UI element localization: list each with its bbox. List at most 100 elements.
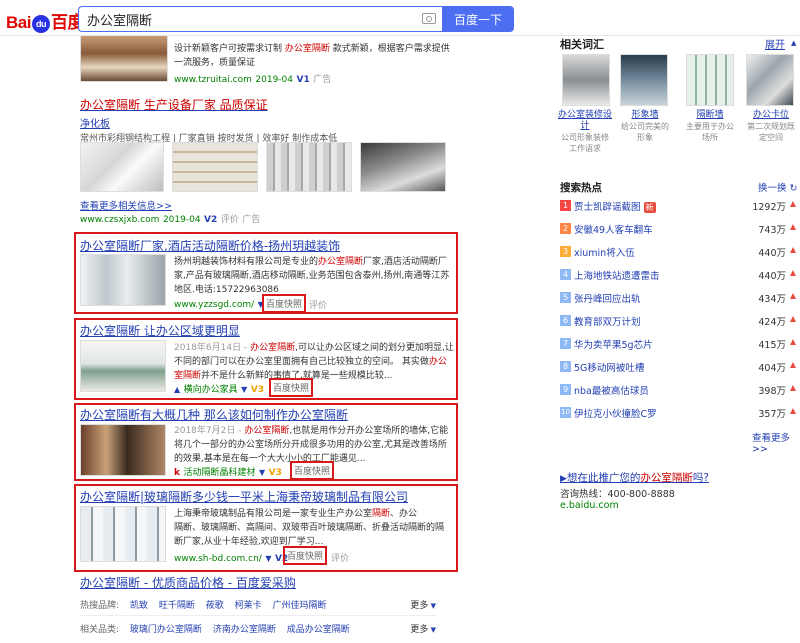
hot-item[interactable]: 5 张丹峰回应出轨 434万: [560, 288, 800, 310]
arrow-up-icon: [790, 201, 796, 207]
hot-search-title: 搜索热点: [560, 182, 602, 194]
result5-title[interactable]: 办公室隔断有大概几种 那么该如何制作办公室隔断: [80, 406, 348, 423]
eval-link[interactable]: 评价: [309, 298, 327, 311]
result2: 办公室隔断 生产设备厂家 品质保证 净化板 常州市彩翔钢结构工程 | 厂家直销 …: [80, 96, 460, 146]
result3-title[interactable]: 办公室隔断厂家,酒店活动隔断价格-扬州玥越装饰: [80, 237, 340, 254]
result4-thumbnail[interactable]: [80, 340, 166, 392]
hot-item[interactable]: 6 教育部双万计划 424万: [560, 311, 800, 333]
related-word[interactable]: 办公室装修设计 公司形象装修工作语求: [558, 110, 612, 154]
result1-desc: 设计新颖客户可按需求订制 办公室隔断 款式新颖，根据客户需求提供 一流服务，质量…: [174, 44, 450, 68]
header: Baidu百度 百度一下: [0, 0, 800, 36]
baidu-snapshot-link[interactable]: 百度快照: [283, 546, 328, 565]
more-categories-button[interactable]: 更多 ▼: [410, 622, 436, 635]
hot-item[interactable]: 4 上海地铁站遗遭雷击 440万: [560, 265, 800, 287]
v2-badge[interactable]: V2: [204, 215, 217, 225]
camera-icon[interactable]: [422, 13, 436, 24]
promo-site-link[interactable]: e.baidu.com: [560, 500, 619, 511]
result6-desc: 上海秉帝玻璃制品有限公司是一家专业生产办公室隔断、办公 隔断、玻璃隔断、高隔间、…: [174, 509, 445, 547]
result1-url[interactable]: www.tzruitai.com: [174, 75, 252, 85]
v1-badge[interactable]: V1: [297, 75, 310, 85]
hot-item[interactable]: 8 5G移动网被吐槽 404万: [560, 357, 800, 379]
v3-badge[interactable]: V3: [251, 385, 264, 395]
baidu-snapshot-link[interactable]: 百度快照: [262, 294, 307, 313]
hotline-text: 咨询热线：400-800-8888: [560, 489, 675, 500]
search-input[interactable]: [79, 7, 409, 31]
new-badge: 新: [643, 202, 656, 213]
hot-item[interactable]: 2 安徽49人客车翻车 743万: [560, 219, 800, 241]
related-word-thumbnail[interactable]: [746, 54, 794, 106]
product-thumbnail[interactable]: [360, 142, 446, 192]
brand-link[interactable]: 莜歌: [206, 601, 224, 611]
related-word[interactable]: 隔断墙 主要用于办公场所: [684, 110, 736, 143]
result6-title[interactable]: 办公室隔断|玻璃隔断多少钱一平米上海秉帝玻璃制品有限公司: [80, 488, 408, 505]
source-icon: k: [174, 468, 180, 478]
category-link[interactable]: 成品办公室隔断: [287, 625, 350, 635]
result5-thumbnail[interactable]: [80, 424, 166, 476]
product-thumbnail[interactable]: [80, 142, 164, 192]
refresh-button[interactable]: 换一换 ↻: [758, 180, 798, 194]
hot-brands-row: 热搜品牌: 凯致 旺千隔断 莜歌 柯莱卡 广州佳玛隔断 更多 ▼: [80, 598, 436, 616]
chevron-up-icon[interactable]: ▲: [791, 39, 796, 47]
result4-meta: ▲ 横向办公家具 ▼ V3: [174, 385, 265, 395]
related-word-thumbnail[interactable]: [562, 54, 610, 106]
related-categories-row: 相关品类: 玻璃门办公室隔断 济南办公室隔断 成品办公室隔断 更多 ▼: [80, 622, 436, 640]
baidu-snapshot-link[interactable]: 百度快照: [269, 378, 314, 397]
brand-link[interactable]: 凯致: [130, 601, 148, 611]
ad-label: 广告: [242, 215, 261, 225]
result1-thumbnail[interactable]: [80, 34, 168, 82]
arrow-up-icon: [790, 339, 796, 345]
result6-thumbnail[interactable]: [80, 506, 166, 562]
eval-link[interactable]: 评价: [221, 215, 239, 225]
baidu-snapshot-link[interactable]: 百度快照: [290, 461, 335, 480]
eval-link[interactable]: 评价: [331, 551, 349, 564]
triangle-right-icon: ▶: [560, 474, 567, 484]
search-box: [78, 6, 442, 32]
result2-title[interactable]: 办公室隔断 生产设备厂家 品质保证: [80, 96, 460, 113]
view-more-link[interactable]: 查看更多>>: [752, 430, 800, 455]
arrow-up-icon: [790, 293, 796, 299]
product-thumbnail[interactable]: [172, 142, 258, 192]
hot-item[interactable]: 9 nba最被高估球员 398万: [560, 380, 800, 402]
expand-link[interactable]: 展开: [765, 36, 785, 51]
related-word-thumbnail[interactable]: [620, 54, 668, 106]
promo-link[interactable]: ▶想在此推广您的办公室隔断吗?: [560, 470, 709, 485]
search-button[interactable]: 百度一下: [442, 6, 514, 32]
hot-item[interactable]: 3 xiumin将入伍 440万: [560, 242, 800, 264]
result5-desc: 2018年7月2日 - 办公室隔断,也就是用作分开办公室场所的墙体,它能 将几个…: [174, 426, 449, 464]
result3-meta: www.yzzsgd.com/ ▼: [174, 300, 264, 310]
paw-icon: du: [31, 15, 50, 33]
arrow-up-icon: [790, 385, 796, 391]
arrow-up-icon: [790, 362, 796, 368]
product-thumbnail[interactable]: [266, 142, 352, 192]
result5-meta: k 活动隔断晶科建材 ▼ V3: [174, 468, 282, 478]
related-word-thumbnail[interactable]: [686, 54, 734, 106]
brand-link[interactable]: 广州佳玛隔断: [272, 601, 326, 611]
result4-desc: 2018年6月14日 - 办公室隔断,可以让办公区域之间的划分更加明显,让 不同…: [174, 343, 454, 381]
more-info-link[interactable]: 查看更多相关信息>>: [80, 198, 172, 212]
related-word[interactable]: 形象墙 给公司完美的形象: [620, 110, 670, 143]
result7-title[interactable]: 办公室隔断 - 优质商品价格 - 百度爱采购: [80, 574, 296, 591]
arrow-up-icon: [790, 247, 796, 253]
result4-title[interactable]: 办公室隔断 让办公区域更明显: [80, 322, 240, 339]
category-link[interactable]: 玻璃门办公室隔断: [130, 625, 202, 635]
brand-link[interactable]: 柯莱卡: [235, 601, 262, 611]
v3-badge[interactable]: V3: [269, 468, 282, 478]
refresh-icon: ↻: [786, 183, 798, 194]
result6-meta: www.sh-bd.com.cn/ ▼ V2: [174, 554, 289, 564]
baidu-logo[interactable]: Bai du 百度: [6, 8, 84, 33]
related-word[interactable]: 办公卡位 第二次规划既定空间: [744, 110, 798, 143]
ad-label: 广告: [313, 75, 332, 85]
hot-item[interactable]: 7 华为卖苹果5g芯片 415万: [560, 334, 800, 356]
brand-link[interactable]: 旺千隔断: [159, 601, 195, 611]
result3-desc: 扬州玥越装饰材料有限公司是专业的办公室隔断厂家,酒店活动隔断厂 家,产品有玻璃隔…: [174, 257, 450, 295]
result3-thumbnail[interactable]: [80, 254, 166, 306]
source-icon: ▲: [174, 385, 181, 394]
category-link[interactable]: 济南办公室隔断: [213, 625, 276, 635]
hot-item[interactable]: 1 贾士凯辟谣截图新 1292万: [560, 196, 800, 218]
result2-subtitle[interactable]: 净化板: [80, 115, 460, 130]
more-brands-button[interactable]: 更多 ▼: [410, 598, 436, 611]
related-words-title: 相关词汇: [560, 38, 604, 51]
arrow-up-icon: [790, 224, 796, 230]
hot-item[interactable]: 10 伊拉克小伙撞脸C罗 357万: [560, 403, 800, 425]
result1-meta: www.tzruitai.com 2019-04 V1 广告: [174, 75, 332, 85]
